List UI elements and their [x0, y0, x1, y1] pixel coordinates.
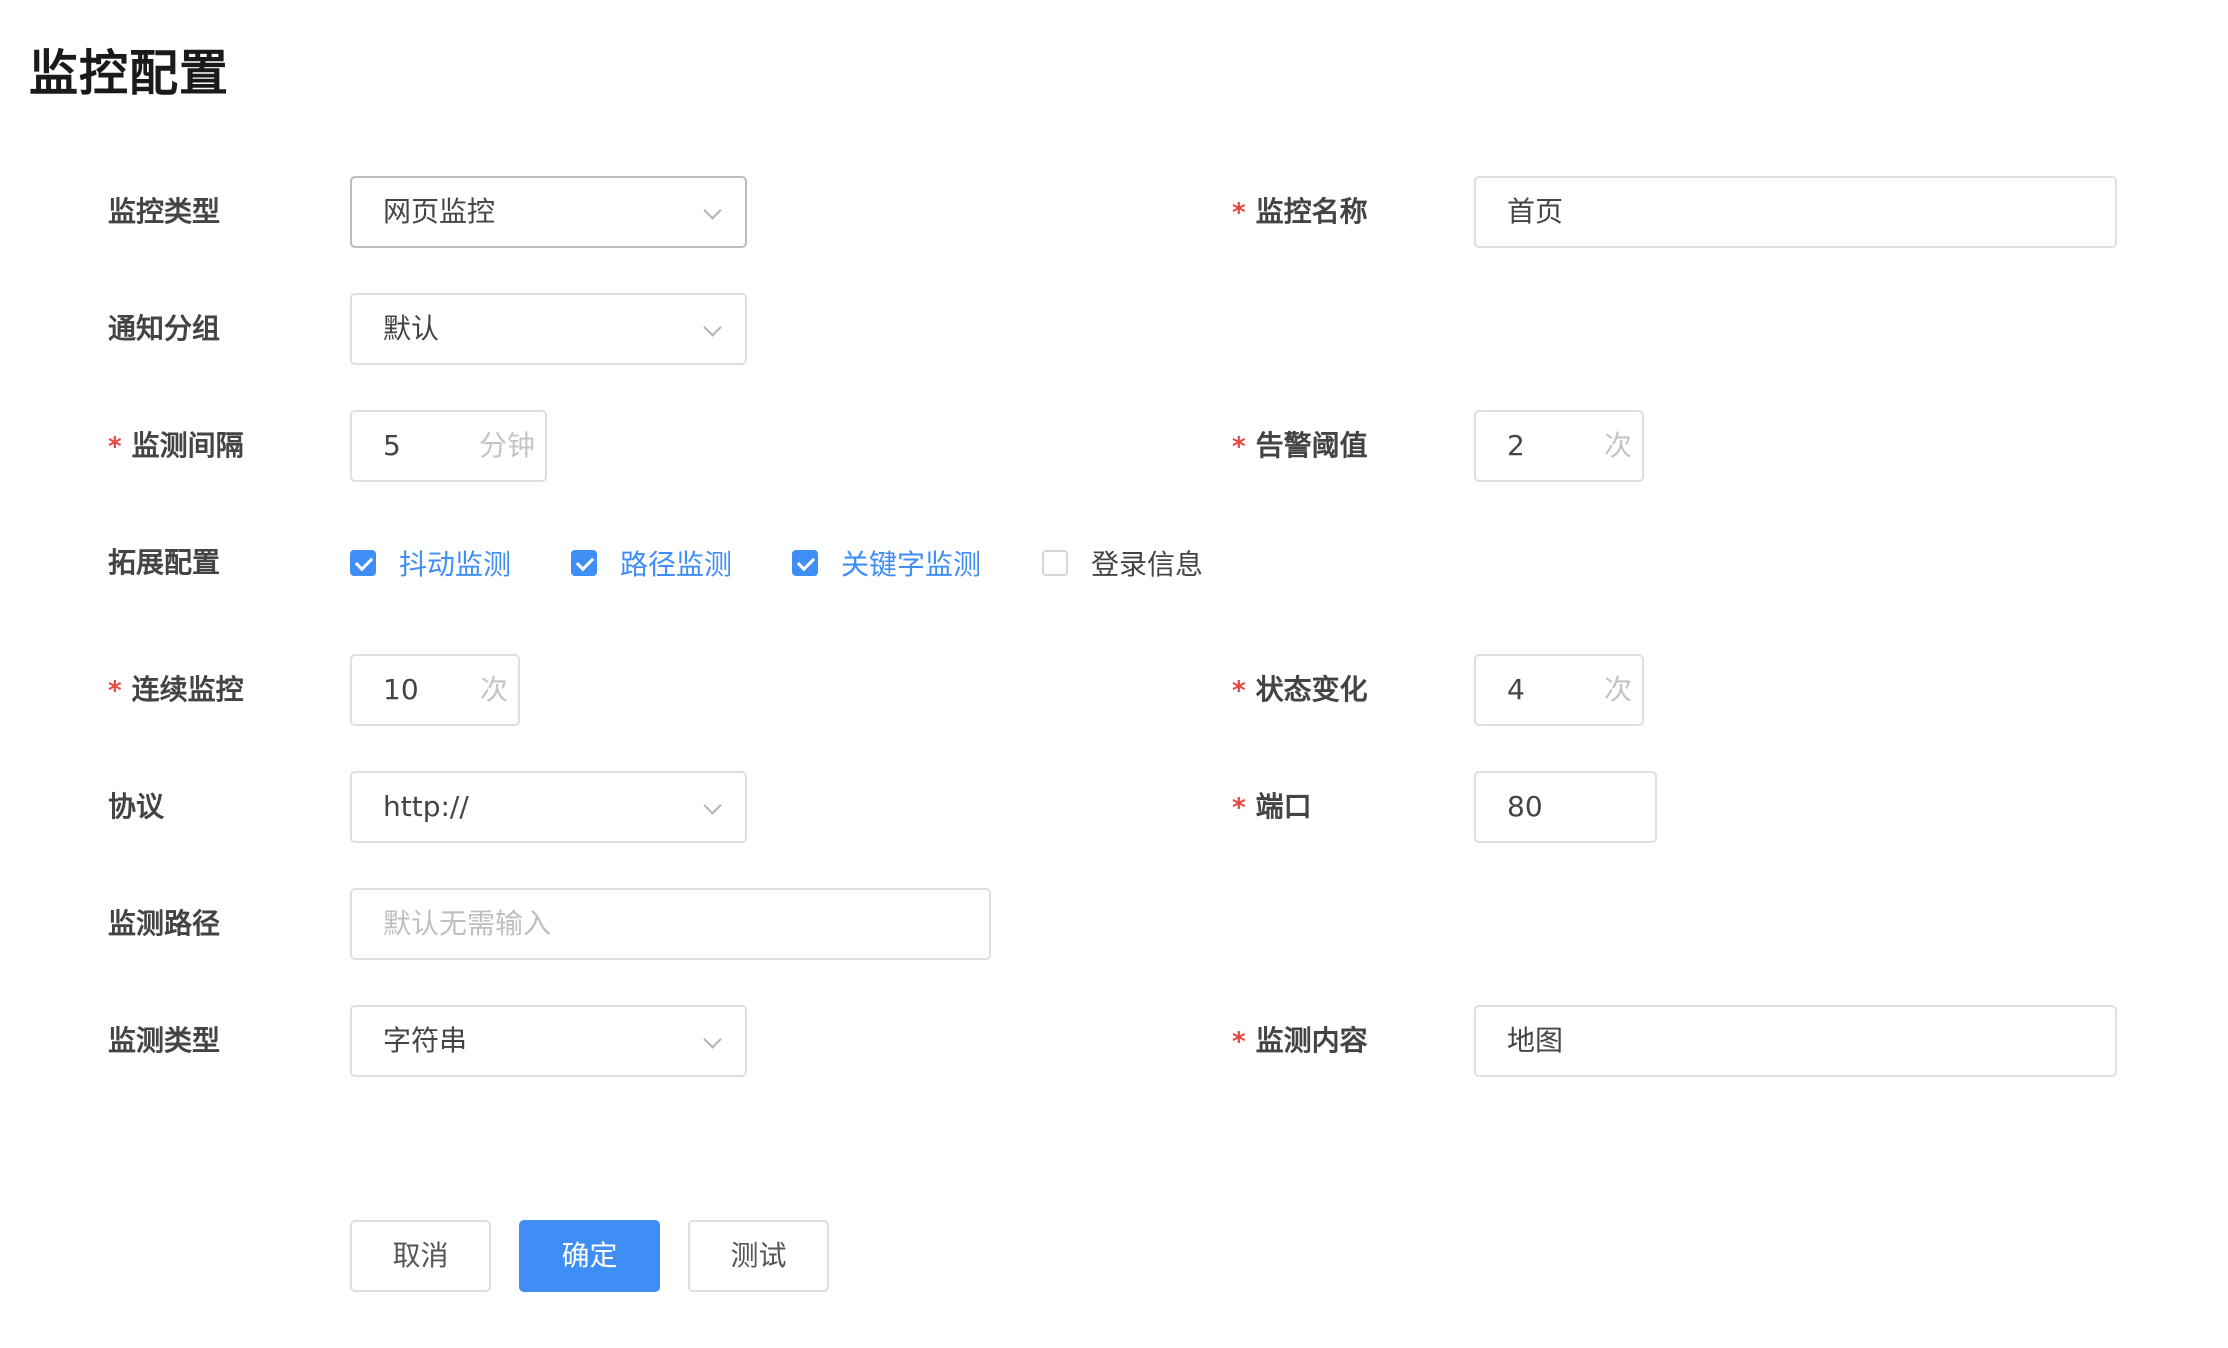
- checkbox-keyword[interactable]: 关键字监测: [792, 527, 981, 599]
- checkbox-login[interactable]: 登录信息: [1042, 527, 1203, 599]
- row-path: 监测路径 默认无需输入: [0, 888, 2228, 960]
- monitor-type-label: 监控类型: [108, 195, 221, 228]
- interval-label: * 监测间隔: [108, 429, 244, 462]
- protocol-value: http://: [383, 790, 469, 823]
- monitor-type-value: 网页监控: [383, 195, 496, 228]
- monitor-type-select[interactable]: 网页监控: [350, 176, 747, 248]
- path-input[interactable]: 默认无需输入: [350, 888, 991, 960]
- state-change-unit: 次: [1603, 673, 1632, 706]
- chevron-down-icon: [703, 796, 722, 815]
- interval-value: 5: [383, 429, 401, 462]
- chevron-down-icon: [703, 318, 722, 337]
- protocol-label: 协议: [108, 790, 165, 823]
- interval-unit: 分钟: [478, 429, 535, 462]
- path-placeholder: 默认无需输入: [383, 907, 552, 940]
- state-change-label: * 状态变化: [1232, 673, 1368, 706]
- detect-type-select[interactable]: 字符串: [350, 1005, 747, 1077]
- chevron-down-icon: [703, 201, 722, 220]
- extension-label: 拓展配置: [108, 546, 221, 579]
- row-consecutive: * 连续监控 10 次 * 状态变化 4 次: [0, 654, 2228, 726]
- alert-threshold-input[interactable]: 2 次: [1474, 410, 1644, 482]
- checkbox-jitter-label[interactable]: 抖动监测: [399, 543, 511, 583]
- monitor-name-label: * 监控名称: [1232, 195, 1368, 228]
- interval-input[interactable]: 5 分钟: [350, 410, 547, 482]
- row-notify-group: 通知分组 默认: [0, 293, 2228, 365]
- checkbox-path-label[interactable]: 路径监测: [620, 543, 732, 583]
- detect-content-input[interactable]: 地图: [1474, 1005, 2117, 1077]
- port-input[interactable]: 80: [1474, 771, 1657, 843]
- monitor-name-input[interactable]: 首页: [1474, 176, 2117, 248]
- row-extension: 拓展配置 抖动监测 路径监测 关键字监测 登录信息: [0, 527, 2228, 599]
- consecutive-value: 10: [383, 673, 419, 706]
- notify-group-select[interactable]: 默认: [350, 293, 747, 365]
- checkbox-checked-icon[interactable]: [792, 550, 818, 576]
- consecutive-input[interactable]: 10 次: [350, 654, 520, 726]
- chevron-down-icon: [703, 1030, 722, 1049]
- notify-group-label: 通知分组: [108, 312, 221, 345]
- consecutive-unit: 次: [479, 673, 508, 706]
- checkbox-checked-icon[interactable]: [350, 550, 376, 576]
- state-change-value: 4: [1507, 673, 1525, 706]
- detect-type-value: 字符串: [383, 1024, 468, 1057]
- row-interval: * 监测间隔 5 分钟 * 告警阈值 2 次: [0, 410, 2228, 482]
- row-protocol: 协议 http:// * 端口 80: [0, 771, 2228, 843]
- cancel-button[interactable]: 取消: [350, 1220, 491, 1292]
- detect-content-label: * 监测内容: [1232, 1024, 1368, 1057]
- alert-threshold-value: 2: [1507, 429, 1525, 462]
- port-value: 80: [1507, 790, 1543, 823]
- checkbox-keyword-label[interactable]: 关键字监测: [841, 543, 981, 583]
- alert-threshold-label: * 告警阈值: [1232, 429, 1368, 462]
- checkbox-login-label[interactable]: 登录信息: [1091, 543, 1203, 583]
- protocol-select[interactable]: http://: [350, 771, 747, 843]
- confirm-button[interactable]: 确定: [519, 1220, 660, 1292]
- checkbox-jitter[interactable]: 抖动监测: [350, 527, 511, 599]
- checkbox-checked-icon[interactable]: [571, 550, 597, 576]
- port-label: * 端口: [1232, 790, 1312, 823]
- path-label: 监测路径: [108, 907, 221, 940]
- detect-content-value: 地图: [1507, 1024, 1564, 1057]
- test-button[interactable]: 测试: [688, 1220, 829, 1292]
- alert-threshold-unit: 次: [1603, 429, 1632, 462]
- consecutive-label: * 连续监控: [108, 673, 244, 706]
- row-monitor-type: 监控类型 网页监控 * 监控名称 首页: [0, 176, 2228, 248]
- row-detect-type: 监测类型 字符串 * 监测内容 地图: [0, 1005, 2228, 1077]
- state-change-input[interactable]: 4 次: [1474, 654, 1644, 726]
- detect-type-label: 监测类型: [108, 1024, 221, 1057]
- checkbox-path[interactable]: 路径监测: [571, 527, 732, 599]
- monitor-name-value: 首页: [1507, 195, 1564, 228]
- notify-group-value: 默认: [383, 312, 440, 345]
- checkbox-unchecked-icon[interactable]: [1042, 550, 1068, 576]
- page-title: 监控配置: [29, 45, 230, 102]
